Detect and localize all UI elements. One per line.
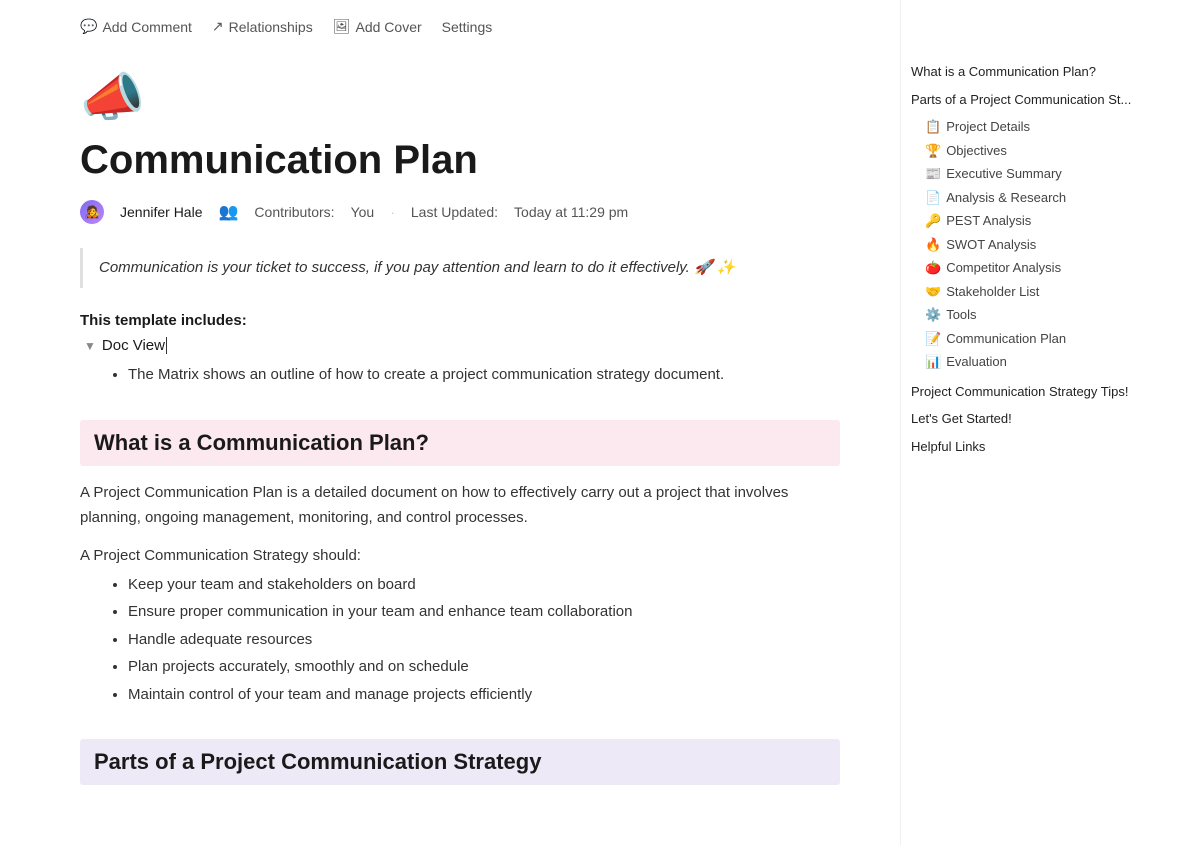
- author-name: Jennifer Hale: [120, 204, 203, 220]
- author-row: 🧑‍🎤 Jennifer Hale 👥 Contributors: You · …: [80, 200, 840, 224]
- sidebar-subitem[interactable]: 🤝Stakeholder List: [911, 280, 1144, 304]
- relationships-button[interactable]: ↗ Relationships: [212, 18, 313, 35]
- toolbar: 💬 Add Comment ↗ Relationships 🖼 Add Cove…: [80, 0, 840, 47]
- contributors-icon: 👥: [219, 202, 239, 222]
- sidebar-item-label: Tools: [946, 305, 976, 325]
- sidebar-heading[interactable]: Let's Get Started!: [911, 407, 1144, 431]
- sidebar-subitem[interactable]: 📄Analysis & Research: [911, 186, 1144, 210]
- sidebar-item-label: Objectives: [946, 141, 1007, 161]
- add-comment-button[interactable]: 💬 Add Comment: [80, 18, 192, 35]
- template-bullet-list: The Matrix shows an outline of how to cr…: [128, 362, 840, 388]
- sidebar-emoji-icon: 🤝: [925, 282, 941, 302]
- comment-icon: 💬: [80, 18, 97, 35]
- sidebar-subitem[interactable]: 🏆Objectives: [911, 139, 1144, 163]
- sidebar-item-label: Evaluation: [946, 352, 1007, 372]
- sidebar-heading[interactable]: Helpful Links: [911, 435, 1144, 459]
- author-avatar: 🧑‍🎤: [80, 200, 104, 224]
- sidebar-item-label: Project Details: [946, 117, 1030, 137]
- sidebar-subitem[interactable]: 📰Executive Summary: [911, 162, 1144, 186]
- add-comment-label: Add Comment: [102, 19, 191, 35]
- section2-heading: Parts of a Project Communication Strateg…: [80, 739, 840, 785]
- settings-button[interactable]: Settings: [442, 19, 493, 35]
- section1-paragraph1: A Project Communication Plan is a detail…: [80, 480, 840, 531]
- sidebar-subitem[interactable]: 🍅Competitor Analysis: [911, 256, 1144, 280]
- last-updated-value: Today at 11:29 pm: [514, 204, 628, 220]
- list-item: Maintain control of your team and manage…: [128, 682, 840, 708]
- sidebar-heading[interactable]: Parts of a Project Communication St...: [911, 88, 1144, 112]
- relationships-label: Relationships: [229, 19, 313, 35]
- sidebar-item-label: Stakeholder List: [946, 282, 1039, 302]
- section1-heading: What is a Communication Plan?: [80, 420, 840, 466]
- sidebar-item-label: Communication Plan: [946, 329, 1066, 349]
- divider: ·: [390, 204, 395, 220]
- section1-sub-label: A Project Communication Strategy should:: [80, 547, 840, 564]
- sidebar-emoji-icon: 📊: [925, 352, 941, 372]
- sidebar-emoji-icon: ⚙️: [925, 305, 941, 325]
- image-icon: 🖼: [333, 18, 351, 35]
- sidebar-emoji-icon: 🏆: [925, 141, 941, 161]
- sidebar-item-label: Executive Summary: [946, 164, 1062, 184]
- settings-label: Settings: [442, 19, 493, 35]
- section1-bullet-list: Keep your team and stakeholders on board…: [128, 572, 840, 708]
- template-section: This template includes: ▼ Doc View The M…: [80, 312, 840, 388]
- sidebar-heading[interactable]: Project Communication Strategy Tips!: [911, 380, 1144, 404]
- toggle-label: Doc View: [102, 337, 167, 354]
- list-item: Plan projects accurately, smoothly and o…: [128, 654, 840, 680]
- sidebar-emoji-icon: 🍅: [925, 258, 941, 278]
- toggle-item[interactable]: ▼ Doc View: [84, 337, 840, 354]
- sidebar-subitem[interactable]: 🔥SWOT Analysis: [911, 233, 1144, 257]
- toggle-arrow-icon: ▼: [84, 339, 96, 353]
- add-cover-label: Add Cover: [356, 19, 422, 35]
- blockquote: Communication is your ticket to success,…: [80, 248, 840, 288]
- sidebar-item-label: Analysis & Research: [946, 188, 1066, 208]
- page-icon: 📣: [80, 67, 840, 128]
- section-what-is: What is a Communication Plan? A Project …: [80, 420, 840, 708]
- list-item: Ensure proper communication in your team…: [128, 599, 840, 625]
- relationships-icon: ↗: [212, 18, 224, 35]
- template-label: This template includes:: [80, 312, 840, 329]
- list-item: Keep your team and stakeholders on board: [128, 572, 840, 598]
- template-bullet: The Matrix shows an outline of how to cr…: [128, 362, 840, 388]
- sidebar-subitem[interactable]: ⚙️Tools: [911, 303, 1144, 327]
- sidebar-subitem[interactable]: 🔑PEST Analysis: [911, 209, 1144, 233]
- sidebar-subitem[interactable]: 📋Project Details: [911, 115, 1144, 139]
- sidebar-subitem[interactable]: 📝Communication Plan: [911, 327, 1144, 351]
- sidebar-emoji-icon: 📄: [925, 188, 941, 208]
- main-content: 💬 Add Comment ↗ Relationships 🖼 Add Cove…: [0, 0, 900, 845]
- contributors-value: You: [351, 204, 375, 220]
- sidebar-emoji-icon: 📝: [925, 329, 941, 349]
- sidebar-item-label: SWOT Analysis: [946, 235, 1036, 255]
- list-item: Handle adequate resources: [128, 627, 840, 653]
- sidebar-item-label: Competitor Analysis: [946, 258, 1061, 278]
- sidebar-emoji-icon: 🔥: [925, 235, 941, 255]
- sidebar-emoji-icon: 🔑: [925, 211, 941, 231]
- section-parts: Parts of a Project Communication Strateg…: [80, 739, 840, 785]
- sidebar-item-label: PEST Analysis: [946, 211, 1031, 231]
- last-updated-label: Last Updated:: [411, 204, 498, 220]
- sidebar-emoji-icon: 📋: [925, 117, 941, 137]
- sidebar-emoji-icon: 📰: [925, 164, 941, 184]
- contributors-label: Contributors:: [254, 204, 334, 220]
- sidebar-subitem[interactable]: 📊Evaluation: [911, 350, 1144, 374]
- add-cover-button[interactable]: 🖼 Add Cover: [333, 18, 422, 35]
- page-title: Communication Plan: [80, 136, 840, 184]
- sidebar-heading[interactable]: What is a Communication Plan?: [911, 60, 1144, 84]
- right-sidebar: What is a Communication Plan? Parts of a …: [900, 0, 1160, 845]
